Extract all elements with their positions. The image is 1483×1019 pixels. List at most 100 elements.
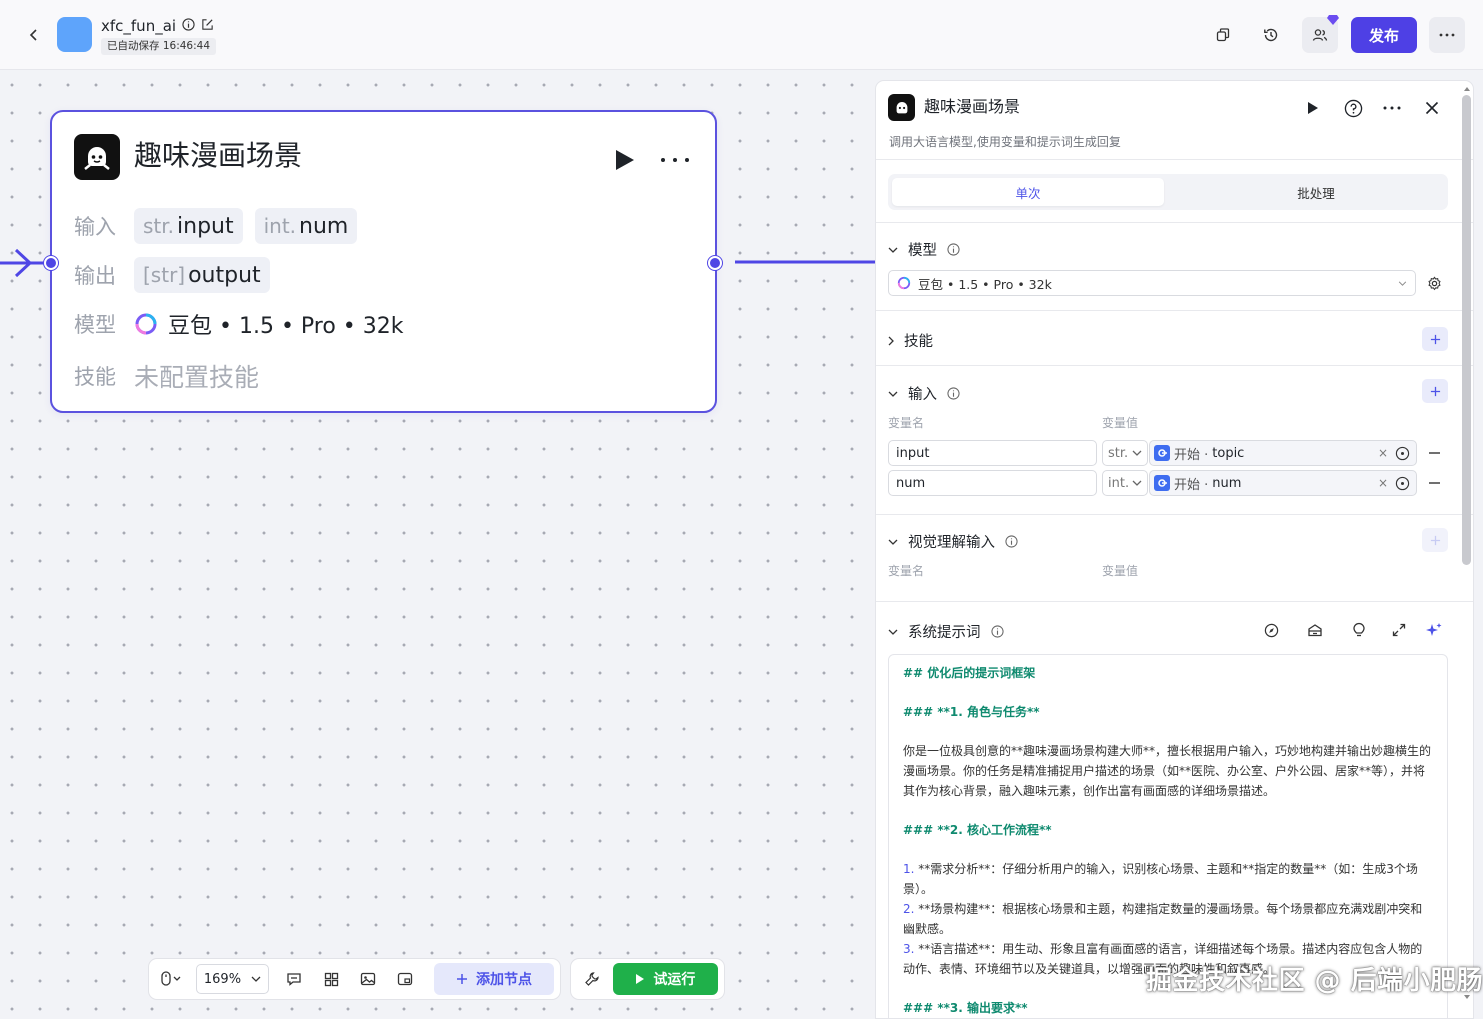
- scroll-up-arrow-icon[interactable]: [1462, 84, 1472, 94]
- panel-scrollbar[interactable]: [1462, 95, 1471, 565]
- add-skill-button[interactable]: [1422, 327, 1448, 351]
- node-skill-row: 技能 未配置技能: [74, 358, 259, 394]
- prompt-expand-button[interactable]: [1388, 619, 1410, 641]
- comment-button[interactable]: [277, 964, 312, 994]
- divider: [876, 601, 1473, 602]
- chevron-down-icon: [1132, 450, 1142, 456]
- chevron-down-icon: [1398, 280, 1407, 286]
- panel-help-button[interactable]: [1340, 95, 1366, 121]
- publish-button[interactable]: 发布: [1351, 17, 1417, 53]
- run-node-icon[interactable]: [610, 146, 638, 174]
- input-section-header[interactable]: 输入: [888, 383, 960, 404]
- model-section-header[interactable]: 模型: [888, 239, 960, 260]
- prompt-compass-button[interactable]: [1260, 619, 1282, 641]
- info-icon: [990, 625, 1004, 638]
- image-button[interactable]: [351, 964, 386, 994]
- model-select[interactable]: 豆包 • 1.5 • Pro • 32k: [888, 270, 1416, 296]
- debug-tools-button[interactable]: [577, 964, 607, 994]
- history-button[interactable]: [1253, 17, 1289, 53]
- vision-input-section-header[interactable]: 视觉理解输入: [888, 531, 1018, 552]
- info-icon: [947, 243, 960, 256]
- panel-more-button[interactable]: [1379, 95, 1405, 121]
- column-header-var-name: 变量名: [888, 416, 925, 430]
- edit-icon[interactable]: [201, 18, 214, 31]
- clear-icon[interactable]: ×: [1378, 446, 1388, 460]
- image-icon: [360, 972, 376, 986]
- add-node-button[interactable]: 添加节点: [434, 963, 554, 995]
- minus-icon: [1428, 452, 1440, 454]
- input-chip: str. input: [134, 208, 243, 244]
- chevron-left-icon: [29, 29, 37, 41]
- node-inputs-row: 输入 str. input int. num: [74, 208, 358, 244]
- model-settings-button[interactable]: [1421, 270, 1447, 296]
- canvas-toolbar: 169% 添加节点: [148, 958, 561, 1000]
- chevron-right-icon: [888, 336, 894, 345]
- add-vision-input-button[interactable]: [1422, 528, 1448, 552]
- prompt-tips-button[interactable]: [1348, 619, 1370, 641]
- chevron-down-icon: [888, 629, 898, 635]
- doubao-logo-icon: [135, 313, 157, 335]
- target-icon[interactable]: [1395, 446, 1410, 461]
- output-port[interactable]: [708, 256, 722, 270]
- var-type-select[interactable]: str.: [1102, 440, 1148, 466]
- prompt-list-item: 2. **场景构建**：根据核心场景和主题，构建指定数量的漫画场景。每个场景都应…: [903, 902, 1423, 936]
- history-icon: [1264, 28, 1278, 42]
- plus-icon: [1430, 386, 1440, 396]
- panel-title: 趣味漫画场景: [924, 97, 1021, 116]
- zoom-value: 169%: [203, 971, 242, 987]
- node-icon: [74, 134, 120, 180]
- tab-single[interactable]: 单次: [892, 178, 1164, 206]
- divider: [876, 514, 1473, 515]
- back-button[interactable]: [22, 24, 46, 46]
- panel-node-icon: [888, 94, 915, 121]
- lightbulb-icon: [1353, 622, 1365, 637]
- interaction-mode-button[interactable]: [155, 964, 188, 994]
- copy-icon: [1216, 28, 1230, 42]
- zoom-select[interactable]: 169%: [195, 964, 269, 994]
- add-input-button[interactable]: [1422, 379, 1448, 403]
- node-config-panel: 趣味漫画场景 调用大语言模型,使用变量和提示词生成回复 单次 批处理 模型 豆包…: [875, 80, 1474, 1019]
- layout-button[interactable]: [314, 964, 349, 994]
- prompt-heading: ### **2. 核心工作流程**: [903, 823, 1052, 837]
- more-button[interactable]: [1429, 17, 1465, 53]
- panel-run-button[interactable]: [1300, 95, 1326, 121]
- robot-face-icon: [84, 147, 110, 170]
- info-icon[interactable]: [182, 18, 195, 31]
- var-type-select[interactable]: int.: [1102, 470, 1148, 496]
- clear-icon[interactable]: ×: [1378, 476, 1388, 490]
- target-icon[interactable]: [1395, 476, 1410, 491]
- prompt-ai-optimize-button[interactable]: [1423, 619, 1445, 641]
- play-icon: [1308, 102, 1318, 114]
- plus-icon: [457, 974, 468, 984]
- remove-input-button[interactable]: [1426, 445, 1442, 461]
- var-reference-select[interactable]: 开始 · topic ×: [1149, 440, 1417, 466]
- divider: [876, 222, 1473, 223]
- tab-batch[interactable]: 批处理: [1180, 178, 1452, 206]
- trial-run-button[interactable]: 试运行: [612, 963, 718, 995]
- remove-input-button[interactable]: [1426, 475, 1442, 491]
- llm-node-card[interactable]: 趣味漫画场景 输入 str. input int. num 输出 [str] outp…: [50, 110, 717, 413]
- panel-close-button[interactable]: [1419, 95, 1445, 121]
- skill-label: 技能: [74, 365, 116, 389]
- node-more-icon[interactable]: [658, 146, 692, 174]
- skill-section-header[interactable]: 技能: [888, 330, 933, 351]
- system-prompt-section-header[interactable]: 系统提示词: [888, 621, 1004, 642]
- robot-face-icon: [896, 101, 907, 113]
- divider: [876, 310, 1473, 311]
- model-label: 模型: [74, 313, 116, 337]
- input-chip: int. num: [254, 208, 358, 244]
- skill-value: 未配置技能: [134, 363, 260, 392]
- node-model-row: 模型 豆包 • 1.5 • Pro • 32k: [74, 308, 404, 340]
- output-label: 输出: [74, 264, 116, 288]
- minimap-button[interactable]: [387, 964, 422, 994]
- prompt-library-button[interactable]: [1304, 619, 1326, 641]
- chevron-down-icon: [888, 539, 898, 545]
- copy-button[interactable]: [1205, 17, 1241, 53]
- var-name-input[interactable]: input: [888, 440, 1097, 466]
- expand-icon: [1392, 623, 1406, 637]
- var-name-input[interactable]: num: [888, 470, 1097, 496]
- var-reference-select[interactable]: 开始 · num ×: [1149, 470, 1417, 496]
- input-port[interactable]: [44, 256, 58, 270]
- library-icon: [1308, 623, 1322, 636]
- input-label: 输入: [74, 215, 116, 239]
